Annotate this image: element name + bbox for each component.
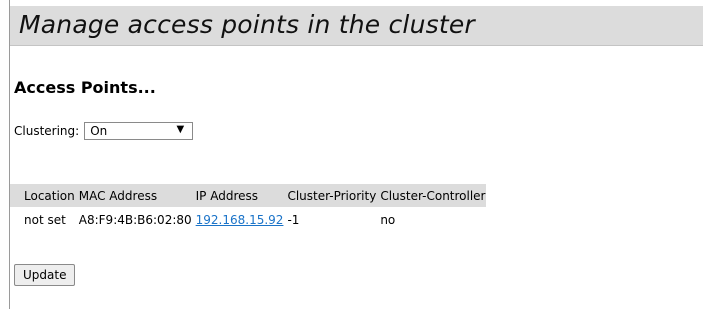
access-points-table: Location MAC Address IP Address Cluster-… [10, 184, 486, 232]
column-header-mac-address: MAC Address [74, 184, 192, 207]
column-header-ip-address: IP Address [191, 184, 284, 207]
column-header-cluster-controller: Cluster-Controller [376, 184, 486, 207]
cell-cluster-priority: -1 [287, 212, 300, 227]
cell-mac-address: A8:F9:4B:B6:02:80 [78, 212, 192, 227]
cell-cluster-controller: no [380, 212, 396, 227]
table-header-row: Location MAC Address IP Address Cluster-… [10, 184, 486, 207]
column-header-location: Location [10, 184, 75, 207]
table-viewport: Location MAC Address IP Address Cluster-… [0, 0, 703, 309]
ip-address-link[interactable]: 192.168.15.92 [196, 213, 284, 227]
cell-location: not set [24, 212, 66, 227]
cell-ip-address: 192.168.15.92 [192, 207, 284, 232]
column-header-cluster-priority: Cluster-Priority [283, 184, 377, 207]
update-button[interactable]: Update [14, 264, 76, 286]
table-row: not set A8:F9:4B:B6:02:80 192.168.15.92 … [10, 207, 486, 232]
page: Manage access points in the cluster Acce… [0, 0, 703, 309]
